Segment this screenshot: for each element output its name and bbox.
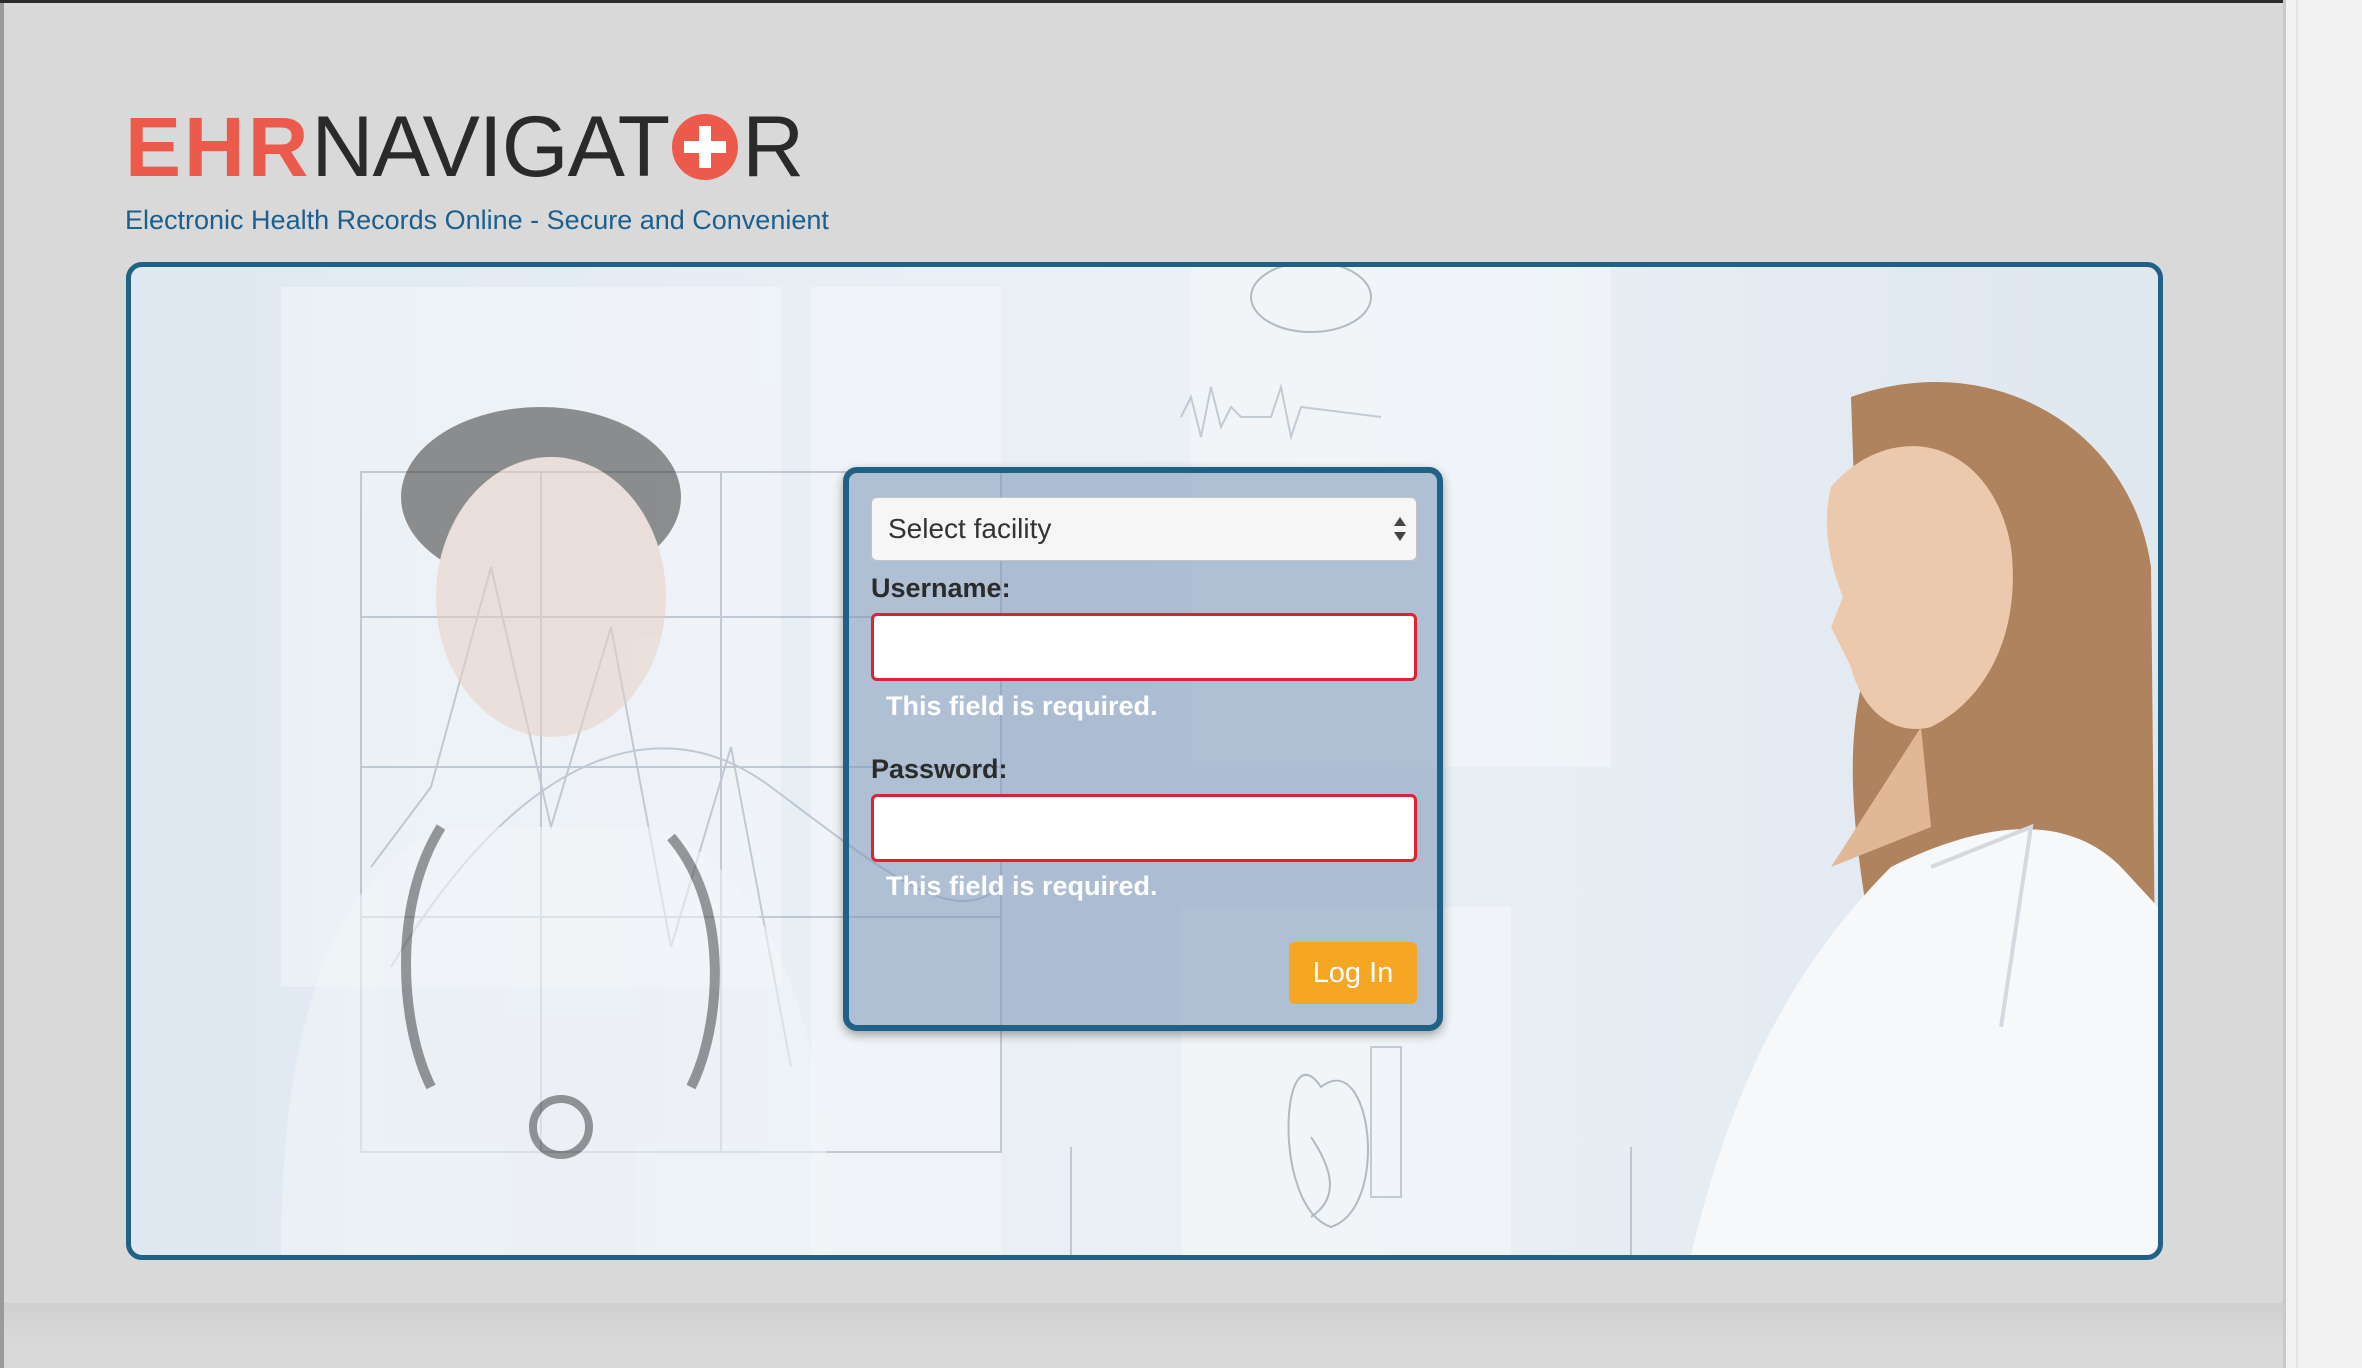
window-right-gutter (2283, 0, 2362, 1368)
page-footer-shadow (4, 1303, 2283, 1368)
medical-cross-icon (672, 114, 739, 180)
ehr-navigator-logo: EHR NAVIGAT R (125, 99, 804, 195)
logo-navigator-tail: R (742, 99, 804, 195)
facility-select-value: Select facility (888, 513, 1052, 544)
scrollbar-track[interactable] (2296, 0, 2298, 1368)
username-error-message: This field is required. (886, 691, 1158, 721)
password-input[interactable] (871, 794, 1417, 862)
password-error-message: This field is required. (886, 871, 1158, 901)
logo-ehr-text: EHR (125, 100, 312, 194)
log-in-button[interactable]: Log In (1289, 942, 1417, 1004)
login-form-panel: Select facility Username: This field is … (843, 467, 1443, 1031)
username-label: Username: (871, 573, 1011, 603)
username-input[interactable] (871, 613, 1417, 681)
password-label: Password: (871, 754, 1008, 784)
login-page: EHR NAVIGAT R Electronic Health Records … (0, 0, 2283, 1368)
window-left-edge (0, 3, 4, 1368)
select-arrows-icon (1394, 517, 1406, 541)
tagline: Electronic Health Records Online - Secur… (125, 205, 829, 235)
logo-navigator-text: NAVIGAT (311, 99, 670, 195)
facility-select[interactable]: Select facility (871, 497, 1417, 561)
